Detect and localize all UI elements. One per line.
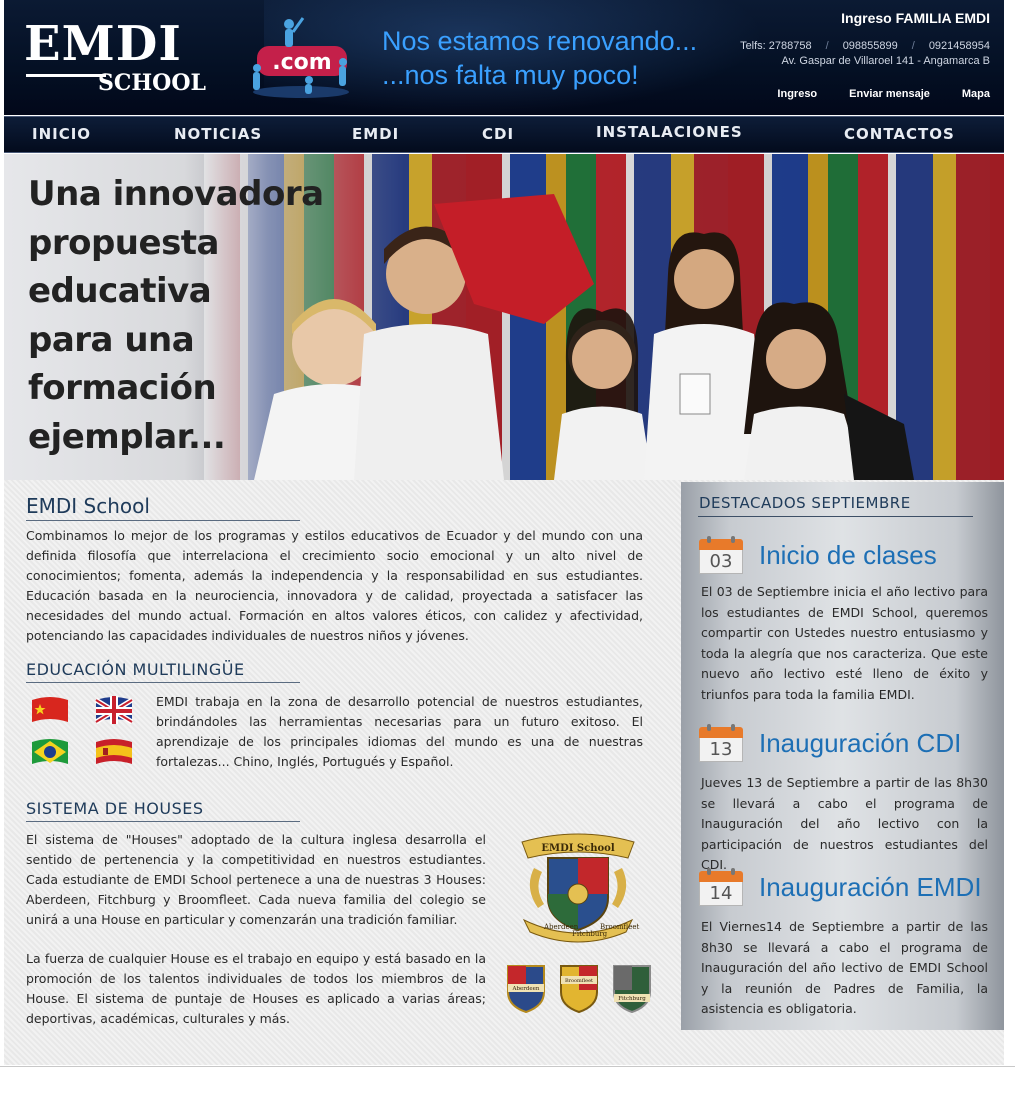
destacados-sidebar: DESTACADOS SEPTIEMBRE 03 Inicio de clase… — [681, 482, 1004, 1030]
nav-contactos[interactable]: CONTACTOS — [844, 125, 955, 143]
emdi-crest-icon: EMDI School Aberdeen Fitchburg Broomflee… — [521, 833, 640, 943]
nav-cdi[interactable]: CDI — [482, 125, 514, 143]
banner-line-1: Una innovadora — [28, 174, 324, 214]
family-login-link[interactable]: Ingreso FAMILIA EMDI — [740, 8, 990, 28]
spain-flag-icon — [96, 739, 132, 764]
sidebar-divider — [698, 516, 973, 517]
logo-sub-text: SCHOOL — [98, 70, 206, 96]
section-houses-title: SISTEMA DE HOUSES — [26, 799, 204, 818]
phone-3: 0921458954 — [928, 40, 990, 52]
com-badge-text: .com — [272, 50, 331, 75]
section-multilingue-title: EDUCACIÓN MULTILINGÜE — [26, 660, 245, 679]
logo-main-text: EMDI — [24, 16, 182, 72]
ingreso-link[interactable]: Ingreso — [777, 88, 817, 100]
event-2-title[interactable]: Inauguración CDI — [759, 728, 961, 759]
banner-line-5: formación — [28, 368, 217, 408]
slogan-line-1: Nos estamos renovando... — [382, 26, 698, 56]
phone-2: 098855899 — [842, 40, 898, 52]
address: Av. Gaspar de Villaroel 141 - Angamarca … — [781, 55, 990, 67]
event-3-day: 14 — [699, 882, 743, 906]
event-2-day: 13 — [699, 738, 743, 762]
aberdeen-label: Aberdeen — [512, 986, 540, 992]
phone-1: Telfs: 2788758 — [740, 40, 812, 52]
hero-banner: Una innovadora propuesta educativa para … — [4, 154, 1004, 480]
enviar-mensaje-link[interactable]: Enviar mensaje — [849, 88, 930, 100]
fitchburg-shield-icon: Fitchburg — [613, 965, 651, 1014]
nav-emdi[interactable]: EMDI — [352, 125, 399, 143]
event-1-day: 03 — [699, 550, 743, 574]
banner-line-3: educativa — [28, 271, 212, 311]
crest-house-2: Fitchburg — [572, 930, 608, 938]
banner-line-6: ejemplar... — [28, 416, 226, 457]
banner-headline: Una innovadora propuesta educativa para … — [28, 170, 328, 461]
calendar-icon: 14 — [699, 868, 743, 906]
section-houses-text-2: La fuerza de cualquier House es el traba… — [26, 951, 486, 1026]
section-divider — [26, 821, 300, 822]
crest-house-3: Broomfleet — [600, 923, 640, 931]
section-divider — [26, 682, 300, 683]
footer-divider — [0, 1066, 1015, 1067]
logo-divider — [26, 74, 106, 77]
section-emdi-school-text: Combinamos lo mejor de los programas y e… — [26, 528, 643, 643]
section-multilingue-text: EMDI trabaja en la zona de desarrollo po… — [156, 694, 643, 769]
section-houses-text-1: El sistema de "Houses" adoptado de la cu… — [26, 832, 486, 927]
event-2-text: Jueves 13 de Septiembre a partir de las … — [701, 775, 988, 872]
brazil-flag-icon — [32, 739, 68, 764]
sidebar-title: DESTACADOS SEPTIEMBRE — [699, 494, 911, 512]
main-nav: INICIO NOTICIAS EMDI CDI INSTALACIONES C… — [4, 116, 1004, 153]
section-emdi-school-title: EMDI School — [26, 494, 150, 518]
crest-title: EMDI School — [541, 843, 614, 854]
section-divider — [26, 520, 300, 521]
com-mascot-icon: .com — [253, 17, 349, 98]
slogan: Nos estamos renovando... ...nos falta mu… — [382, 24, 697, 92]
banner-line-4: para una — [28, 319, 195, 360]
event-3-text: El Viernes14 de Septiembre a partir de l… — [701, 919, 988, 1016]
aberdeen-shield-icon: Aberdeen — [507, 965, 545, 1014]
emdi-school-logo[interactable]: EMDI SCHOOL — [24, 14, 206, 99]
header-links: Ingreso Enviar mensaje Mapa — [745, 88, 990, 100]
china-flag-icon — [32, 697, 68, 722]
nav-instalaciones[interactable]: INSTALACIONES — [596, 123, 743, 141]
header-contact: Ingreso FAMILIA EMDI Telfs: 2788758 / 09… — [740, 8, 990, 67]
site-header: EMDI SCHOOL .com Nos estamos renovando..… — [4, 0, 1004, 115]
phone-numbers: Telfs: 2788758 / 098855899 / 0921458954 — [740, 40, 990, 52]
calendar-icon: 03 — [699, 536, 743, 574]
slogan-line-2: ...nos falta muy poco! — [382, 60, 639, 90]
event-1-text: El 03 de Septiembre inicia el año lectiv… — [701, 584, 988, 702]
banner-line-2: propuesta — [28, 222, 220, 263]
nav-inicio[interactable]: INICIO — [32, 125, 91, 143]
fitchburg-label: Fitchburg — [618, 996, 646, 1002]
broomfleet-label: Broomfleet — [565, 978, 593, 984]
mapa-link[interactable]: Mapa — [962, 88, 990, 100]
nav-noticias[interactable]: NOTICIAS — [174, 125, 262, 143]
calendar-icon: 13 — [699, 724, 743, 762]
event-3-title[interactable]: Inauguración EMDI — [759, 872, 982, 903]
event-1-title[interactable]: Inicio de clases — [759, 540, 937, 571]
uk-flag-icon — [94, 696, 134, 725]
broomfleet-shield-icon: Broomfleet — [560, 965, 598, 1014]
